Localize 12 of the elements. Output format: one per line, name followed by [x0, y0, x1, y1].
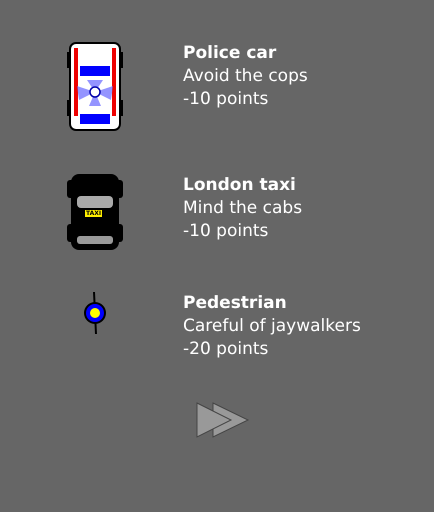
entry-points: -10 points	[183, 220, 270, 243]
entry-title: Pedestrian	[183, 292, 288, 315]
entry-title: Police car	[183, 42, 278, 65]
entry-description: Avoid the cops	[183, 65, 308, 88]
entry-points: -10 points	[183, 88, 270, 111]
fast-forward-button[interactable]	[196, 402, 250, 438]
entry-description: Mind the cabs	[183, 197, 302, 220]
pedestrian-icon	[81, 292, 109, 334]
entry-points: -20 points	[183, 338, 270, 361]
entry-description: Careful of jaywalkers	[183, 315, 361, 338]
police-car-icon	[67, 42, 123, 132]
entry-title: London taxi	[183, 174, 297, 197]
